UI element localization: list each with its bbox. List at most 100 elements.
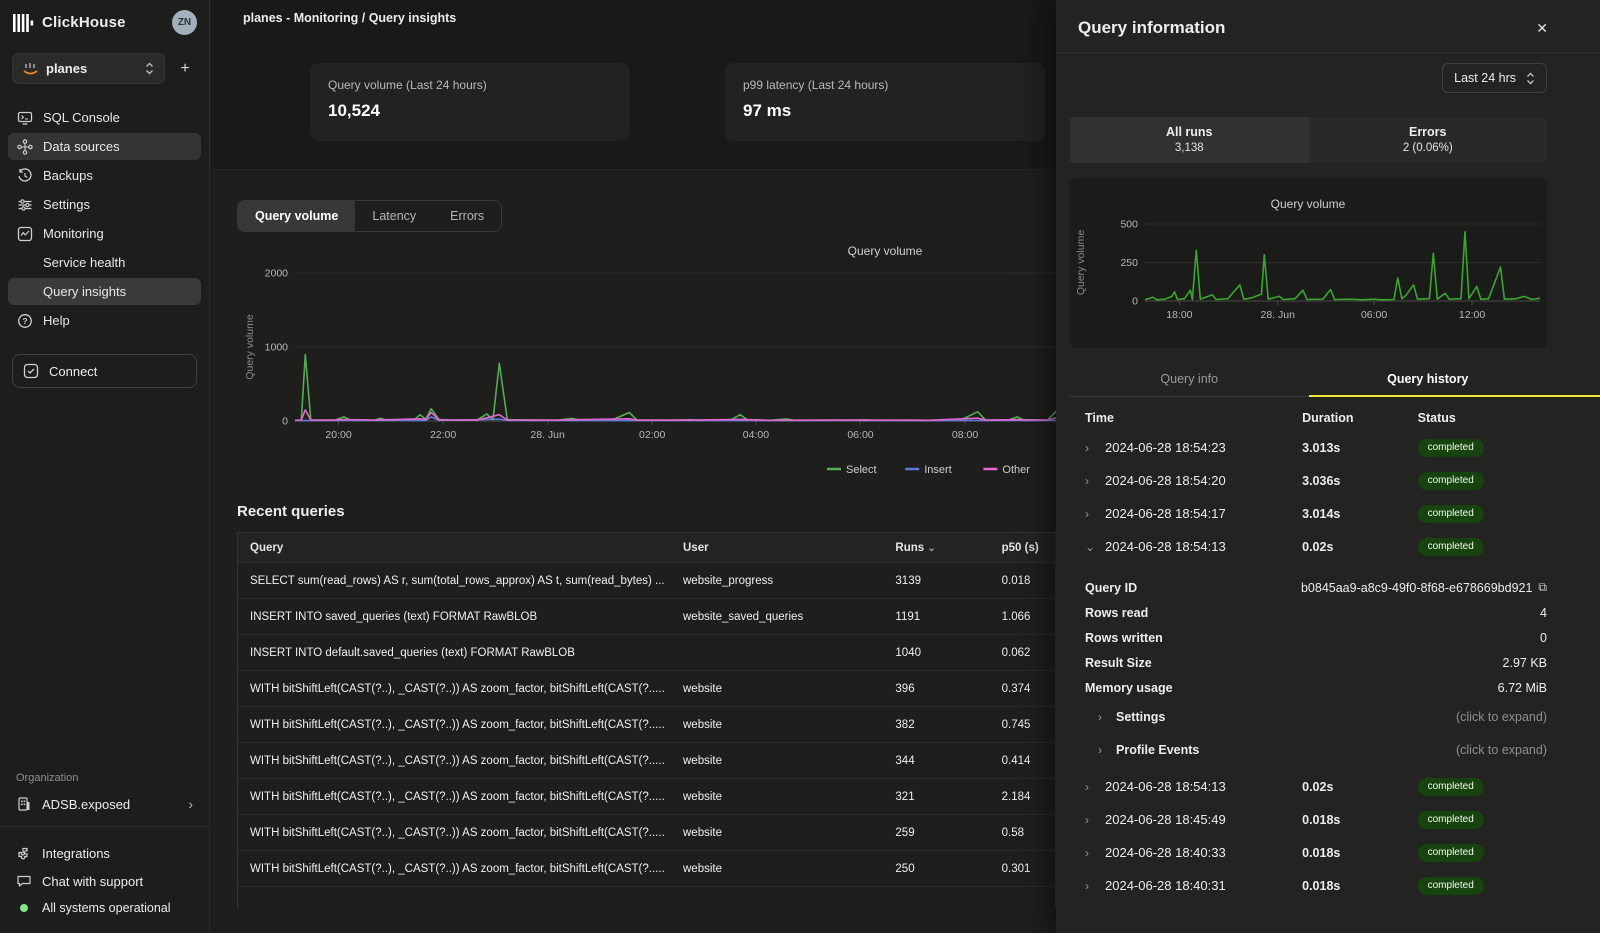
- detail-rows-written: Rows written 0: [1085, 625, 1547, 650]
- organization-row[interactable]: ADSB.exposed ›: [0, 792, 209, 824]
- chevron-down-icon[interactable]: ⌄: [1085, 540, 1093, 554]
- svg-text:04:00: 04:00: [743, 429, 769, 441]
- cell-query: WITH bitShiftLeft(CAST(?..), _CAST(?..))…: [238, 683, 671, 695]
- sidebar-item-label: Data sources: [43, 139, 120, 154]
- stat-value: 10,524: [328, 101, 612, 121]
- status-badge: completed: [1418, 877, 1484, 895]
- history-row[interactable]: ›2024-06-28 18:54:173.014scompleted: [1070, 497, 1547, 530]
- svg-text:Select: Select: [846, 464, 877, 476]
- history-row[interactable]: ›2024-06-28 18:40:310.018scompleted: [1070, 869, 1547, 902]
- table-row[interactable]: WITH bitShiftLeft(CAST(?..), _CAST(?..))…: [238, 671, 1055, 707]
- history-duration: 3.036s: [1302, 474, 1418, 488]
- sidebar-item-monitoring[interactable]: Monitoring: [8, 220, 201, 247]
- sidebar-item-data-sources[interactable]: Data sources: [8, 133, 201, 160]
- col-query[interactable]: Query: [238, 542, 671, 554]
- history-row[interactable]: ›2024-06-28 18:54:130.02scompleted: [1070, 770, 1547, 803]
- table-row[interactable]: WITH bitShiftLeft(CAST(?..), _CAST(?..))…: [238, 815, 1055, 851]
- tab-errors[interactable]: Errors: [433, 201, 501, 231]
- history-duration: 0.018s: [1302, 879, 1418, 893]
- history-duration: 0.02s: [1302, 780, 1418, 794]
- chat-icon: [16, 873, 32, 889]
- query-volume-chart-svg: Query volumeQuery volume01000200020:0022…: [237, 238, 1056, 486]
- chevron-right-icon[interactable]: ›: [1085, 846, 1093, 860]
- stat-label: Query volume (Last 24 hours): [328, 78, 612, 92]
- insights-content: Query volume Latency Errors Query volume…: [210, 170, 1056, 933]
- table-row[interactable]: WITH bitShiftLeft(CAST(?..), _CAST(?..))…: [238, 707, 1055, 743]
- chevron-right-icon[interactable]: ›: [1085, 813, 1093, 827]
- history-row[interactable]: ›2024-06-28 18:54:203.036scompleted: [1070, 464, 1547, 497]
- tab-query-volume[interactable]: Query volume: [238, 201, 355, 231]
- status-badge: completed: [1418, 505, 1484, 523]
- col-p50[interactable]: p50 (s): [990, 542, 1055, 554]
- sidebar-item-service-health[interactable]: Service health: [8, 249, 201, 276]
- tab-query-history[interactable]: Query history: [1309, 364, 1548, 396]
- footer-item-integrations[interactable]: Integrations: [0, 839, 209, 867]
- sidebar-item-backups[interactable]: Backups: [8, 162, 201, 189]
- cell-query: WITH bitShiftLeft(CAST(?..), _CAST(?..))…: [238, 719, 671, 731]
- cell-runs: 250: [883, 863, 989, 875]
- footer-item-label: All systems operational: [42, 901, 171, 915]
- status-badge: completed: [1418, 538, 1484, 556]
- table-row[interactable]: SELECT sum(read_rows) AS r, sum(total_ro…: [238, 563, 1055, 599]
- detail-query-id: Query ID b0845aa9-a8c9-49f0-8f68-e678669…: [1085, 575, 1547, 600]
- settings-expandable[interactable]: › Settings (click to expand): [1085, 700, 1547, 733]
- tab-all-runs[interactable]: All runs 3,138: [1070, 117, 1309, 163]
- close-icon[interactable]: ✕: [1536, 20, 1548, 37]
- chevron-right-icon[interactable]: ›: [1085, 441, 1093, 455]
- copy-icon[interactable]: ⧉: [1538, 580, 1547, 595]
- chevron-right-icon[interactable]: ›: [1085, 507, 1093, 521]
- history-row[interactable]: ›2024-06-28 18:54:233.013scompleted: [1070, 431, 1547, 464]
- history-row[interactable]: ›2024-06-28 18:40:330.018scompleted: [1070, 836, 1547, 869]
- tab-latency[interactable]: Latency: [355, 201, 433, 231]
- cell-runs: 1040: [883, 647, 989, 659]
- chevron-right-icon[interactable]: ›: [1085, 879, 1093, 893]
- panel-body: Last 24 hrs All runs 3,138 Errors 2 (0.0…: [1056, 53, 1600, 902]
- sidebar-item-help[interactable]: ?Help: [8, 307, 201, 334]
- chevron-right-icon[interactable]: ›: [1085, 474, 1093, 488]
- tab-errors-summary[interactable]: Errors 2 (0.06%): [1309, 117, 1548, 163]
- cell-runs: 259: [883, 827, 989, 839]
- time-range-select[interactable]: Last 24 hrs: [1442, 63, 1547, 93]
- table-row-partial[interactable]: [238, 887, 1055, 909]
- sidebar-item-query-insights[interactable]: Query insights: [8, 278, 201, 305]
- cell-p50: 0.374: [990, 683, 1055, 695]
- chevron-right-icon[interactable]: ›: [1085, 780, 1093, 794]
- cell-p50: 0.018: [990, 575, 1055, 587]
- table-row[interactable]: WITH bitShiftLeft(CAST(?..), _CAST(?..))…: [238, 743, 1055, 779]
- profile-events-expandable[interactable]: › Profile Events (click to expand): [1085, 733, 1547, 766]
- table-row[interactable]: INSERT INTO saved_queries (text) FORMAT …: [238, 599, 1055, 635]
- svg-text:06:00: 06:00: [847, 429, 873, 441]
- cell-p50: 0.58: [990, 827, 1055, 839]
- history-row[interactable]: ⌄2024-06-28 18:54:130.02scompleted: [1070, 530, 1547, 563]
- workspace-select[interactable]: planes: [12, 53, 165, 84]
- connect-button[interactable]: Connect: [12, 354, 197, 388]
- add-service-button[interactable]: +: [173, 60, 197, 78]
- sidebar-item-sql-console[interactable]: SQL Console: [8, 104, 201, 131]
- col-runs[interactable]: Runs ⌄: [883, 542, 989, 554]
- chart-tabs: Query volume Latency Errors: [237, 200, 502, 232]
- history-row[interactable]: ›2024-06-28 18:45:490.018scompleted: [1070, 803, 1547, 836]
- cell-user: website: [671, 827, 883, 839]
- time-range-row: Last 24 hrs: [1070, 63, 1547, 93]
- cell-runs: 396: [883, 683, 989, 695]
- col-user[interactable]: User: [671, 542, 883, 554]
- table-row[interactable]: WITH bitShiftLeft(CAST(?..), _CAST(?..))…: [238, 779, 1055, 815]
- sidebar-item-settings[interactable]: Settings: [8, 191, 201, 218]
- svg-text:18:00: 18:00: [1166, 309, 1192, 321]
- table-row[interactable]: WITH bitShiftLeft(CAST(?..), _CAST(?..))…: [238, 851, 1055, 887]
- workspace-name: planes: [46, 61, 87, 76]
- backups-icon: [16, 167, 33, 184]
- query-details: Query ID b0845aa9-a8c9-49f0-8f68-e678669…: [1070, 563, 1547, 770]
- table-row[interactable]: INSERT INTO default.saved_queries (text)…: [238, 635, 1055, 671]
- recent-queries-table: Query User Runs ⌄ p50 (s) SELECT sum(rea…: [237, 532, 1056, 909]
- cell-user: website: [671, 863, 883, 875]
- footer-item-chat-with-support[interactable]: Chat with support: [0, 867, 209, 895]
- stat-card-p99-latency: p99 latency (Last 24 hours) 97 ms: [725, 63, 1045, 141]
- avatar[interactable]: ZN: [172, 10, 197, 35]
- tab-query-info[interactable]: Query info: [1070, 364, 1309, 396]
- svg-text:2000: 2000: [265, 268, 289, 280]
- history-time: 2024-06-28 18:45:49: [1105, 812, 1226, 827]
- app-root: ClickHouse ZN planes + SQL ConsoleData s…: [0, 0, 1600, 933]
- stat-band: Query volume (Last 24 hours) 10,524 p99 …: [210, 35, 1056, 170]
- cell-user: website_progress: [671, 575, 883, 587]
